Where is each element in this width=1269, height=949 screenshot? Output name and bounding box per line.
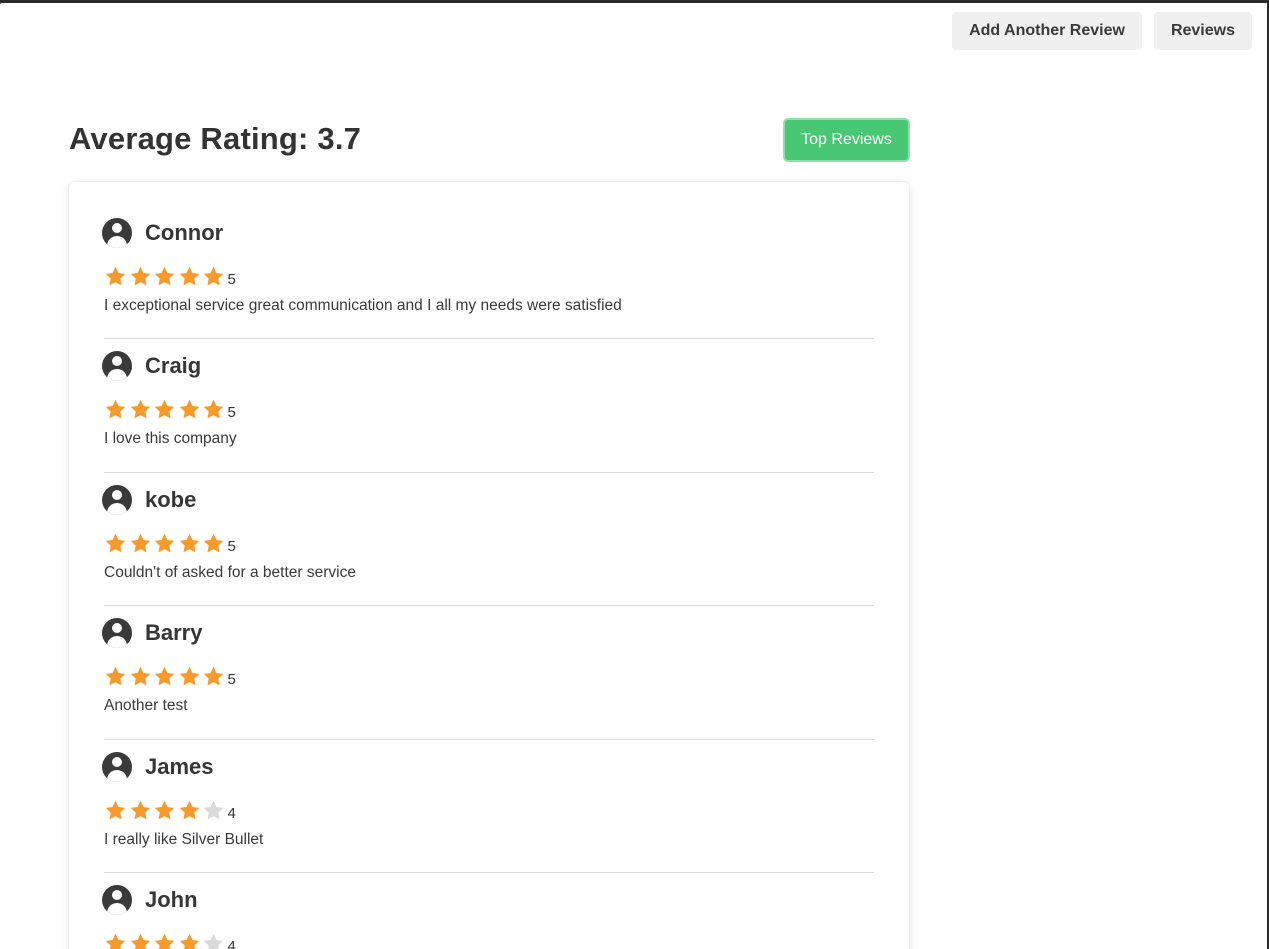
review-item: John 4	[102, 884, 874, 949]
rating-row: 4	[104, 797, 874, 823]
top-nav: Add Another Review Reviews	[952, 12, 1252, 50]
star-filled-icon	[153, 665, 178, 689]
review-header: Craig	[102, 350, 874, 382]
average-rating-title: Average Rating: 3.7	[69, 121, 362, 156]
review-item: Craig 5 I love this company	[102, 350, 874, 448]
star-filled-icon	[178, 398, 203, 422]
review-comment: Another test	[104, 697, 188, 714]
star-filled-icon	[129, 398, 154, 422]
user-circle-icon	[102, 618, 132, 648]
star-filled-icon	[104, 532, 129, 556]
star-rating	[104, 799, 227, 823]
review-comment: I really like Silver Bullet	[104, 831, 264, 848]
rating-score: 5	[227, 404, 236, 421]
rating-score: 4	[227, 805, 236, 822]
star-filled-icon	[129, 532, 154, 556]
reviews-card: Connor 5 I exceptional service great commu…	[69, 182, 909, 949]
star-filled-icon	[202, 265, 227, 289]
star-filled-icon	[129, 265, 154, 289]
review-header: John	[102, 884, 874, 916]
star-filled-icon	[153, 532, 178, 556]
review-header: James	[102, 751, 874, 783]
star-filled-icon	[202, 532, 227, 556]
user-circle-icon	[102, 752, 132, 782]
reviewer-name: James	[145, 754, 214, 779]
reviews-button[interactable]: Reviews	[1153, 12, 1252, 50]
rating-score: 5	[227, 671, 236, 688]
user-circle-icon	[102, 885, 132, 915]
star-filled-icon	[104, 932, 129, 949]
review-divider	[104, 739, 874, 740]
star-rating	[104, 398, 227, 422]
review-item: kobe 5 Couldn't of asked for a better serv…	[102, 484, 874, 582]
review-item: Barry 5 Another test	[102, 617, 874, 715]
star-filled-icon	[178, 799, 203, 823]
review-comment: I love this company	[104, 430, 237, 447]
star-filled-icon	[202, 398, 227, 422]
star-filled-icon	[153, 799, 178, 823]
rating-score: 4	[227, 938, 236, 949]
reviewer-name: Connor	[145, 220, 224, 245]
reviewer-name: kobe	[145, 487, 197, 512]
review-header: kobe	[102, 484, 874, 516]
star-filled-icon	[129, 799, 154, 823]
rating-row: 5	[104, 263, 874, 289]
star-filled-icon	[178, 265, 203, 289]
star-filled-icon	[202, 665, 227, 689]
review-header: Barry	[102, 617, 874, 649]
star-filled-icon	[178, 665, 203, 689]
user-circle-icon	[102, 351, 132, 381]
rating-score: 5	[227, 538, 236, 555]
rating-score: 5	[227, 271, 236, 288]
star-filled-icon	[104, 799, 129, 823]
star-rating	[104, 532, 227, 556]
star-filled-icon	[104, 398, 129, 422]
star-filled-icon	[129, 932, 154, 949]
rating-row: 5	[104, 530, 874, 556]
star-filled-icon	[178, 932, 203, 949]
review-divider	[104, 338, 874, 339]
review-item: Connor 5 I exceptional service great commu…	[102, 217, 874, 315]
rating-row: 4	[104, 930, 874, 949]
review-comment: Couldn't of asked for a better service	[104, 564, 356, 581]
user-circle-icon	[102, 485, 132, 515]
add-another-review-button[interactable]: Add Another Review	[952, 12, 1142, 50]
reviewer-name: John	[145, 887, 198, 912]
star-rating	[104, 265, 227, 289]
rating-row: 5	[104, 396, 874, 422]
star-filled-icon	[178, 532, 203, 556]
reviewer-name: Craig	[145, 353, 202, 378]
reviewer-name: Barry	[145, 620, 203, 645]
rating-row: 5	[104, 663, 874, 689]
star-empty-icon	[202, 799, 227, 823]
review-header: Connor	[102, 217, 874, 249]
star-rating	[104, 665, 227, 689]
review-comment: I exceptional service great communicatio…	[104, 297, 622, 314]
star-empty-icon	[202, 932, 227, 949]
star-rating	[104, 932, 227, 949]
star-filled-icon	[153, 932, 178, 949]
star-filled-icon	[129, 665, 154, 689]
review-divider	[104, 605, 874, 606]
review-divider	[104, 472, 874, 473]
star-filled-icon	[104, 265, 129, 289]
review-divider	[104, 872, 874, 873]
star-filled-icon	[104, 665, 129, 689]
app-window: Add Another Review Reviews Average Ratin…	[0, 3, 1267, 949]
user-circle-icon	[102, 218, 132, 248]
top-reviews-button[interactable]: Top Reviews	[783, 118, 910, 162]
star-filled-icon	[153, 398, 178, 422]
star-filled-icon	[153, 265, 178, 289]
review-item: James 4 I really like Silver Bullet	[102, 751, 874, 849]
